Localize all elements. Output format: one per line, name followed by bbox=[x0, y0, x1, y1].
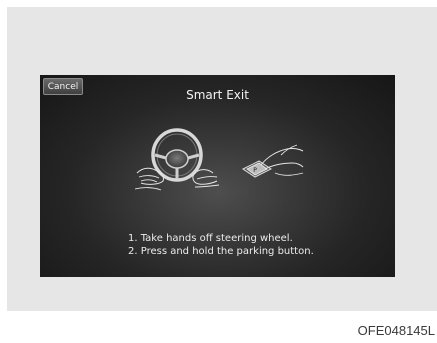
svg-text:P: P bbox=[253, 167, 257, 174]
instruction-step-2: 2. Press and hold the parking button. bbox=[128, 246, 314, 257]
infotainment-screen: Cancel Smart Exit P 1. Take hands off st… bbox=[40, 75, 395, 277]
figure-code: OFE048145L bbox=[357, 323, 435, 338]
steering-wheel-hands-off-icon bbox=[135, 128, 220, 191]
instruction-list: 1. Take hands off steering wheel. 2. Pre… bbox=[128, 232, 314, 258]
smart-exit-illustration: P bbox=[135, 128, 304, 191]
screen-title: Smart Exit bbox=[186, 88, 249, 102]
instruction-step-1: 1. Take hands off steering wheel. bbox=[128, 233, 293, 244]
parking-button-press-icon: P bbox=[242, 144, 304, 178]
